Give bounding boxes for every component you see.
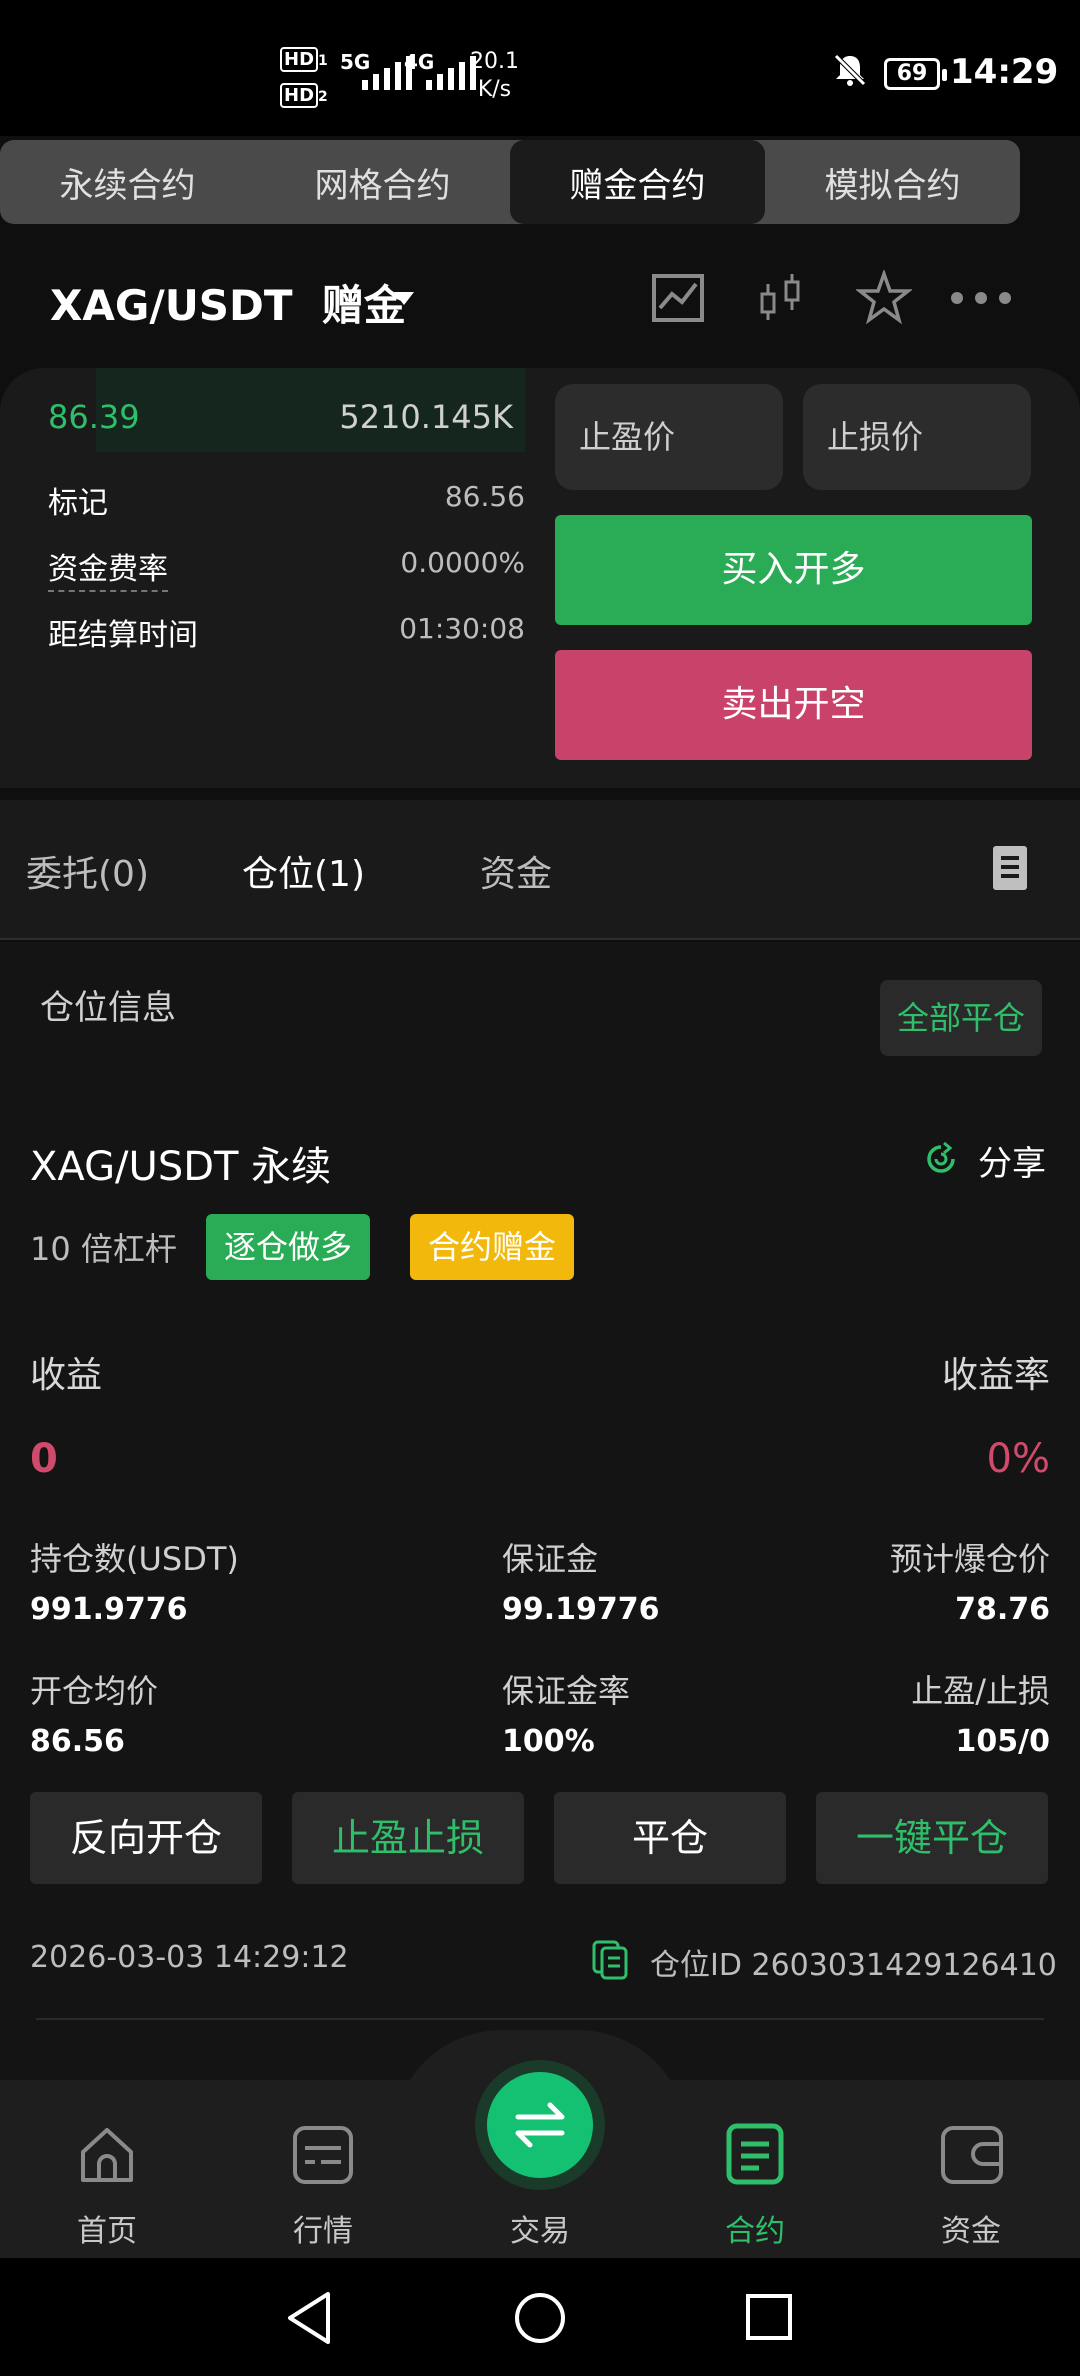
clock: 14:29 <box>950 52 1059 92</box>
margin-value: 99.19776 <box>502 1592 660 1627</box>
section-title: 仓位信息 <box>40 988 176 1028</box>
pair-selector[interactable]: XAG/USDT 赠金 <box>50 272 406 333</box>
roe-label: 收益率 <box>941 1355 1050 1396</box>
nav-market-label: 行情 <box>293 2214 353 2249</box>
funding-rate-value: 0.0000% <box>400 546 525 579</box>
hd-indicator: HD 1 HD 2 <box>280 42 328 114</box>
nav-market[interactable]: 行情 <box>263 2122 383 2249</box>
trade-panel: 86.39 5210.145K 标记 86.56 资金费率 0.0000% 距结… <box>0 368 1080 788</box>
chart-icon[interactable] <box>650 270 706 326</box>
mark-price-row: 标记 86.56 <box>48 478 525 528</box>
reverse-position-button[interactable]: 反向开仓 <box>30 1792 262 1884</box>
tab-positions[interactable]: 仓位(1) <box>242 845 365 897</box>
leverage-label: 10 倍杠杆 <box>30 1230 177 1268</box>
star-icon[interactable] <box>856 270 912 326</box>
stop-loss-input[interactable]: 止损价 <box>803 384 1031 490</box>
swap-icon <box>515 2102 565 2148</box>
book-volume: 5210.145K <box>339 398 513 436</box>
margin-rate-label: 保证金率 <box>502 1672 631 1710</box>
pair-header: XAG/USDT 赠金 <box>0 240 1080 360</box>
settlement-label: 距结算时间 <box>48 618 198 653</box>
nav-wallet-label: 资金 <box>941 2214 1001 2249</box>
tab-perpetual[interactable]: 永续合约 <box>0 140 255 224</box>
book-price: 86.39 <box>48 398 140 436</box>
bell-off-icon <box>834 54 866 86</box>
tab-orders[interactable]: 委托(0) <box>26 845 149 897</box>
nav-contract[interactable]: 合约 <box>695 2122 815 2249</box>
settlement-row: 距结算时间 01:30:08 <box>48 610 525 660</box>
share-label: 分享 <box>978 1144 1046 1184</box>
back-icon[interactable] <box>284 2290 334 2346</box>
funding-rate-row: 资金费率 0.0000% <box>48 544 525 594</box>
margin-label: 保证金 <box>502 1540 599 1578</box>
position-section: 仓位信息 全部平仓 XAG/USDT 永续 分享 10 倍杠杆 逐仓做多 合约赠… <box>0 942 1080 2080</box>
share-icon <box>927 1141 955 1173</box>
roe-value: 0% <box>986 1436 1050 1482</box>
market-icon <box>293 2126 353 2184</box>
position-symbol: XAG/USDT 永续 <box>30 1144 332 1190</box>
close-position-button[interactable]: 平仓 <box>554 1792 786 1884</box>
position-timestamp: 2026-03-03 14:29:12 <box>30 1940 349 1975</box>
nav-wallet[interactable]: 资金 <box>911 2122 1031 2249</box>
position-size-value: 991.9776 <box>30 1592 188 1627</box>
nav-trade[interactable] <box>487 2072 593 2178</box>
contract-mode-tabs: 永续合约 网格合约 赠金合约 模拟合约 <box>0 140 1020 224</box>
home-button-icon[interactable] <box>512 2290 568 2346</box>
document-icon[interactable] <box>993 846 1027 890</box>
tab-grid[interactable]: 网格合约 <box>255 140 510 224</box>
recents-icon[interactable] <box>744 2292 794 2342</box>
nav-home-label: 首页 <box>77 2214 137 2249</box>
more-icon[interactable] <box>948 270 1014 326</box>
position-size-label: 持仓数(USDT) <box>30 1540 239 1578</box>
nav-contract-label: 合约 <box>725 2214 785 2249</box>
liq-price-label: 预计爆仓价 <box>889 1540 1050 1578</box>
close-all-button[interactable]: 全部平仓 <box>880 980 1042 1056</box>
nav-trade-label: 交易 <box>510 2214 570 2249</box>
tpsl-value: 105/0 <box>955 1724 1050 1759</box>
quick-close-button[interactable]: 一键平仓 <box>816 1792 1048 1884</box>
wallet-icon <box>941 2126 1003 2184</box>
tab-demo[interactable]: 模拟合约 <box>765 140 1020 224</box>
status-bar: HD 1 HD 2 5G 4G 20.1 K/s 69 14:29 <box>0 0 1080 136</box>
tab-assets[interactable]: 资金 <box>480 845 552 897</box>
order-book-row[interactable]: 86.39 5210.145K <box>0 368 525 452</box>
battery-icon: 69 <box>884 58 947 90</box>
entry-price-label: 开仓均价 <box>30 1672 159 1710</box>
bonus-badge: 合约赠金 <box>410 1214 575 1280</box>
copy-icon[interactable] <box>590 1938 630 1980</box>
order-tabs: 委托(0) 仓位(1) 资金 <box>0 800 1080 940</box>
funding-rate-label[interactable]: 资金费率 <box>48 544 168 592</box>
margin-rate-value: 100% <box>502 1724 595 1759</box>
divider <box>36 2018 1044 2020</box>
mark-price-value: 86.56 <box>444 480 525 513</box>
home-icon <box>81 2128 133 2182</box>
nav-home[interactable]: 首页 <box>47 2122 167 2249</box>
pnl-label: 收益 <box>30 1355 103 1396</box>
signal-icon-2 <box>426 54 476 90</box>
sell-short-button[interactable]: 卖出开空 <box>555 650 1032 760</box>
candlestick-icon[interactable] <box>756 270 806 326</box>
system-nav-bar <box>0 2258 1080 2376</box>
side-badge: 逐仓做多 <box>206 1214 371 1280</box>
chevron-down-icon[interactable] <box>394 292 414 305</box>
entry-price-value: 86.56 <box>30 1724 125 1759</box>
pnl-value: 0 <box>30 1436 58 1482</box>
take-profit-input[interactable]: 止盈价 <box>555 384 783 490</box>
net-speed: 20.1 K/s <box>470 49 519 102</box>
buy-long-button[interactable]: 买入开多 <box>555 515 1032 625</box>
mark-price-label: 标记 <box>48 486 108 521</box>
contract-icon <box>726 2123 784 2185</box>
tpsl-label: 止盈/止损 <box>911 1672 1050 1710</box>
tab-bonus[interactable]: 赠金合约 <box>510 140 765 224</box>
tp-sl-button[interactable]: 止盈止损 <box>292 1792 524 1884</box>
settlement-countdown: 01:30:08 <box>399 612 525 645</box>
position-id: 仓位ID 2603031429126410 <box>650 1948 1057 1983</box>
liq-price-value: 78.76 <box>955 1592 1050 1627</box>
